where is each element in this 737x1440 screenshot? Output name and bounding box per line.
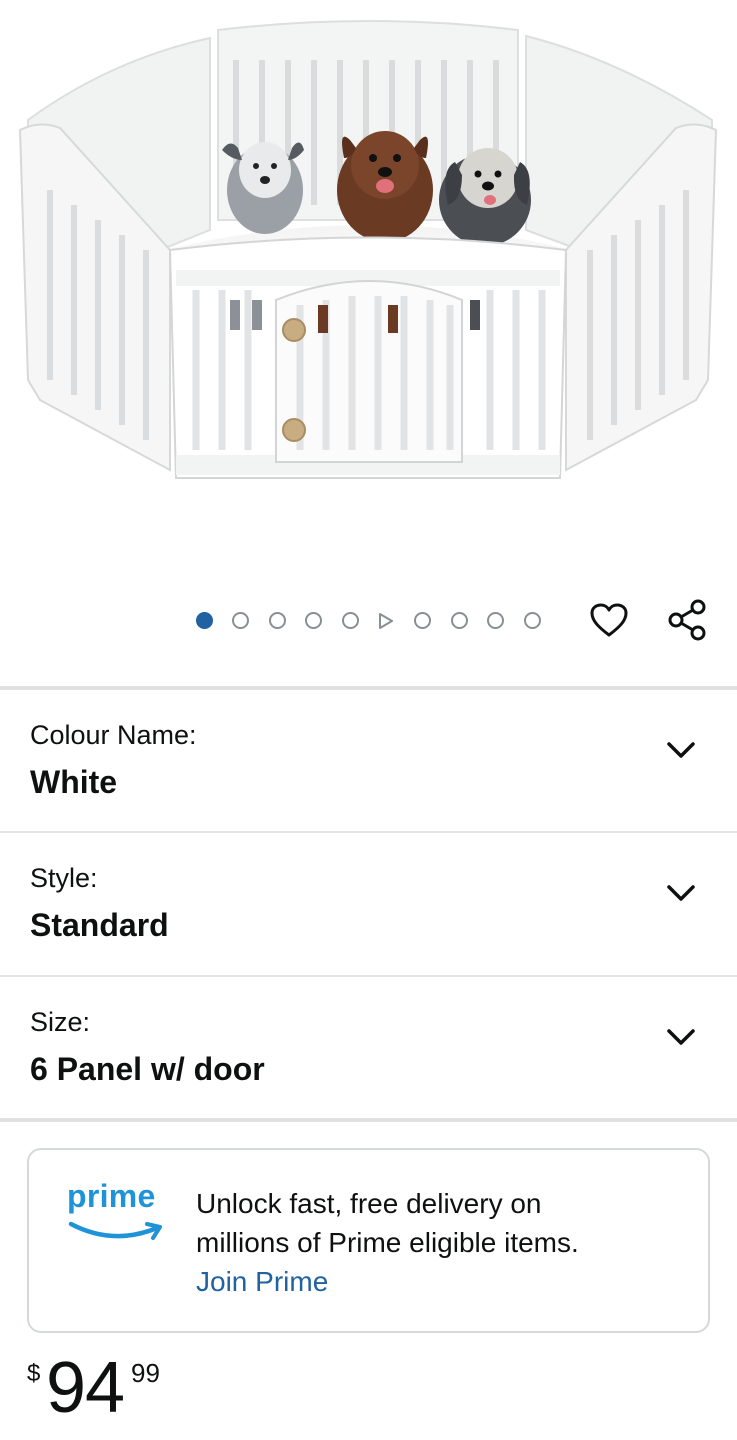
carousel-dot[interactable] (268, 612, 286, 629)
carousel-dot[interactable] (341, 612, 359, 629)
carousel-dots (196, 612, 560, 629)
variation-value: Standard (30, 907, 169, 943)
video-play-icon[interactable] (378, 612, 395, 629)
section-divider (0, 1118, 737, 1122)
prime-smile-icon (68, 1221, 162, 1240)
price-currency-symbol: $ (27, 1360, 41, 1387)
playpen-illustration (18, 20, 718, 479)
variation-value: 6 Panel w/ door (30, 1051, 265, 1087)
dog-center (337, 131, 433, 242)
carousel-dot[interactable] (305, 612, 323, 629)
price-fraction: 99 (131, 1358, 160, 1388)
variation-style-selector[interactable]: Style: Standard (0, 833, 737, 973)
carousel-dot-active[interactable] (196, 612, 213, 629)
chevron-down-icon[interactable] (662, 734, 700, 766)
prime-promo-card[interactable]: prime Unlock fast, free delivery on mill… (27, 1148, 710, 1333)
product-image[interactable] (0, 0, 737, 560)
price-whole: 94 (46, 1348, 125, 1428)
image-carousel-controls (0, 596, 737, 646)
variation-colour-selector[interactable]: Colour Name: White (0, 690, 737, 830)
heart-outline-icon[interactable] (585, 596, 633, 644)
prime-message-line2: millions of Prime eligible items. (196, 1227, 579, 1258)
prime-logo: prime (67, 1178, 171, 1248)
carousel-dot[interactable] (450, 612, 468, 629)
prime-message-line1: Unlock fast, free delivery on (196, 1188, 542, 1219)
prime-logo-text: prime (67, 1178, 156, 1214)
join-prime-link[interactable]: Join Prime (196, 1262, 676, 1301)
prime-message: Unlock fast, free delivery on millions o… (196, 1184, 676, 1301)
share-icon[interactable] (663, 596, 711, 644)
variation-label: Colour Name: (30, 720, 197, 750)
variation-label: Style: (30, 863, 98, 893)
carousel-dot[interactable] (414, 612, 432, 629)
chevron-down-icon[interactable] (662, 1021, 700, 1053)
carousel-dot[interactable] (487, 612, 505, 629)
carousel-dot[interactable] (232, 612, 250, 629)
variation-value: White (30, 764, 118, 800)
chevron-down-icon[interactable] (662, 877, 700, 909)
variation-label: Size: (30, 1007, 91, 1037)
variation-size-selector[interactable]: Size: 6 Panel w/ door (0, 977, 737, 1117)
carousel-dot[interactable] (523, 612, 541, 629)
